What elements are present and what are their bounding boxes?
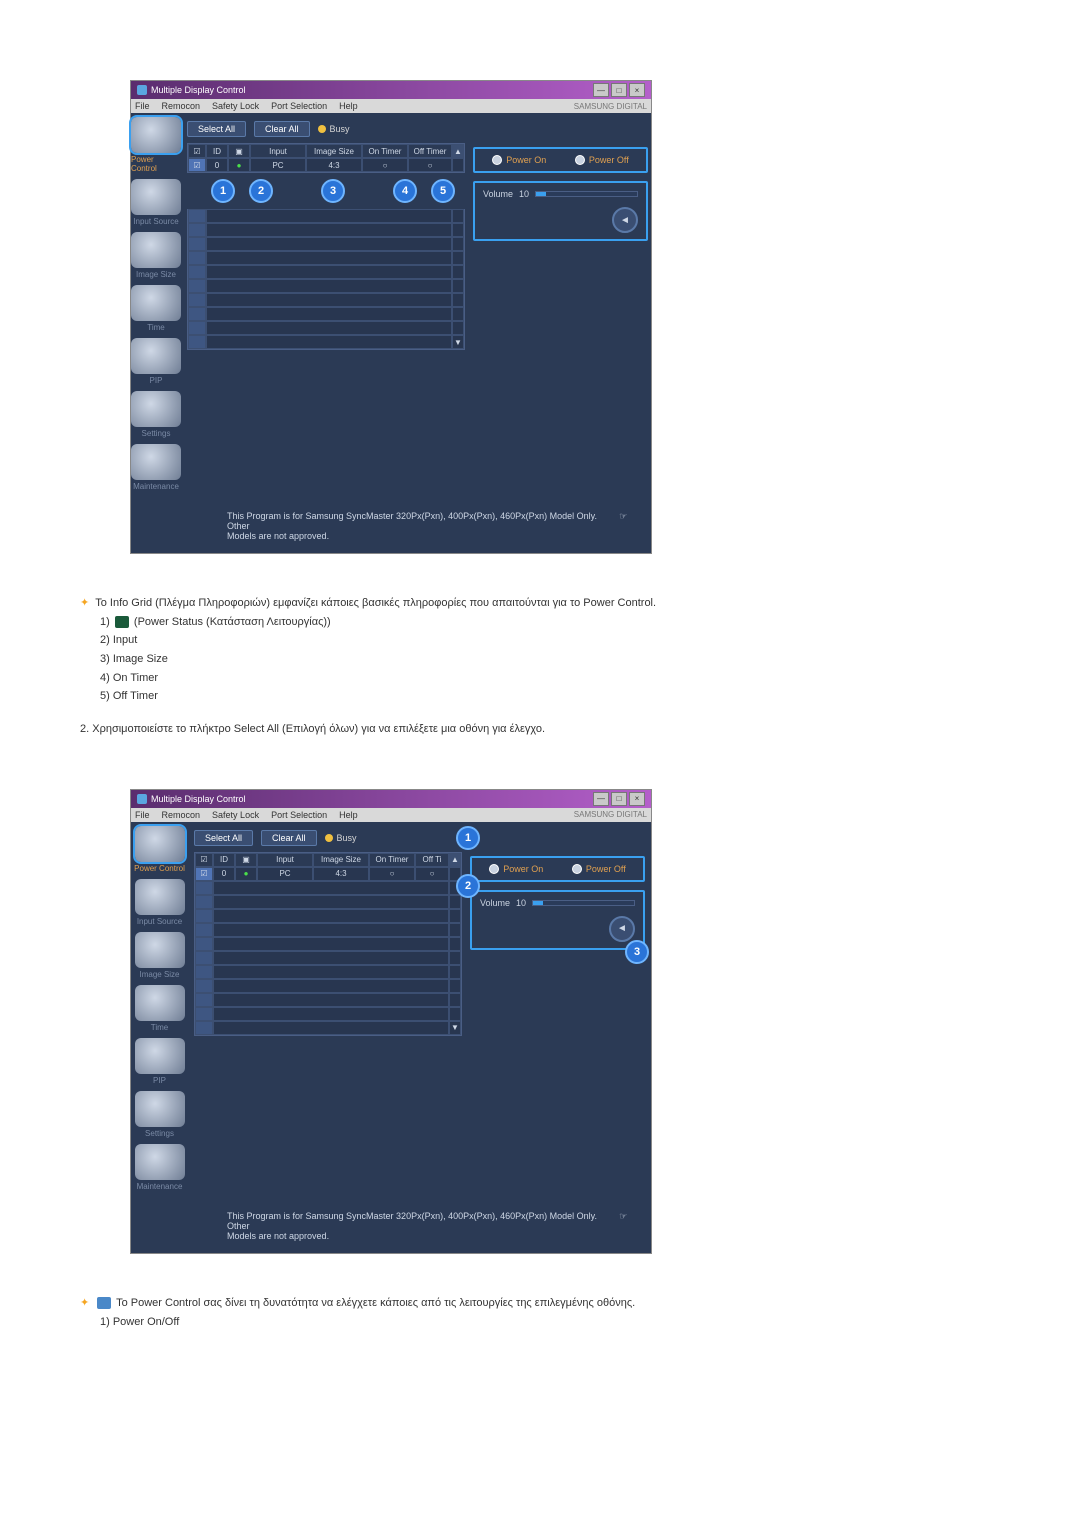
callout-3: 3: [625, 940, 649, 964]
title-bar: Multiple Display Control — □ ×: [131, 81, 651, 99]
hand-icon: ☞: [619, 511, 637, 529]
menu-safety-lock[interactable]: Safety Lock: [212, 101, 259, 111]
menu-safety-lock[interactable]: Safety Lock: [212, 810, 259, 820]
screenshot-2: Multiple Display Control — □ × File Remo…: [130, 789, 1020, 1254]
hand-icon: ☞: [619, 1211, 637, 1229]
sidebar: Power Control Input Source Image Size Ti…: [131, 113, 181, 501]
col-id: ID: [206, 144, 228, 158]
bullet-star-icon: ✦: [80, 597, 89, 609]
table-row[interactable]: ☑ 0 ● PC 4:3 ○ ○: [188, 158, 464, 172]
sidebar-item-input-source[interactable]: Input Source: [131, 179, 181, 226]
sidebar-item-image-size[interactable]: Image Size: [131, 232, 181, 279]
col-status: ▣: [228, 144, 250, 158]
brand-label: SAMSUNG DIGITAL: [574, 810, 647, 819]
callout-1: 1: [211, 179, 235, 203]
callout-1: 1: [456, 826, 480, 850]
sidebar-item-settings[interactable]: Settings: [131, 1091, 188, 1138]
power-off-radio[interactable]: Power Off: [575, 155, 629, 165]
sidebar-item-settings[interactable]: Settings: [131, 391, 181, 438]
menu-bar: File Remocon Safety Lock Port Selection …: [131, 808, 651, 822]
scroll-down[interactable]: ▼: [452, 335, 464, 349]
sidebar: Power Control Input Source Image Size Ti…: [131, 822, 188, 1201]
brand-label: SAMSUNG DIGITAL: [574, 102, 647, 111]
clear-all-button[interactable]: Clear All: [254, 121, 310, 137]
power-panel: Power On Power Off: [470, 856, 645, 882]
close-button[interactable]: ×: [629, 83, 645, 97]
sidebar-item-power-control[interactable]: Power Control: [131, 826, 188, 873]
sidebar-item-time[interactable]: Time: [131, 985, 188, 1032]
callout-row: 1 2 3 4 5: [187, 173, 465, 209]
callout-5: 5: [431, 179, 455, 203]
busy-indicator: Busy: [318, 124, 350, 134]
power-on-radio[interactable]: Power On: [489, 864, 543, 874]
sidebar-item-image-size[interactable]: Image Size: [131, 932, 188, 979]
menu-help[interactable]: Help: [339, 810, 358, 820]
menu-file[interactable]: File: [135, 101, 150, 111]
screenshot-1: Multiple Display Control — □ × File Remo…: [130, 80, 1020, 554]
power-off-radio[interactable]: Power Off: [572, 864, 626, 874]
power-status-icon: [115, 616, 129, 628]
volume-panel: Volume 10 ◄: [473, 181, 648, 241]
col-off-timer: Off Timer: [408, 144, 452, 158]
maximize-button[interactable]: □: [611, 83, 627, 97]
menu-remocon[interactable]: Remocon: [162, 101, 201, 111]
menu-file[interactable]: File: [135, 810, 150, 820]
power-on-radio[interactable]: Power On: [492, 155, 546, 165]
app-title: Multiple Display Control: [151, 85, 246, 95]
menu-bar: File Remocon Safety Lock Port Selection …: [131, 99, 651, 113]
app-icon: [137, 85, 147, 95]
sidebar-item-input-source[interactable]: Input Source: [131, 879, 188, 926]
col-image-size: Image Size: [306, 144, 362, 158]
bullet-star-icon: ✦: [80, 1297, 89, 1309]
callout-2: 2: [249, 179, 273, 203]
doc-block-2: ✦ Το Power Control σας δίνει τη δυνατότη…: [80, 1294, 1020, 1331]
callout-3: 3: [321, 179, 345, 203]
menu-port-selection[interactable]: Port Selection: [271, 810, 327, 820]
col-input: Input: [250, 144, 306, 158]
maximize-button[interactable]: □: [611, 792, 627, 806]
doc-block-1: ✦Το Info Grid (Πλέγμα Πληροφοριών) εμφαν…: [80, 594, 1020, 739]
volume-value: 10: [519, 189, 529, 199]
volume-slider[interactable]: [532, 900, 635, 906]
callout-2: 2: [456, 874, 480, 898]
app-title: Multiple Display Control: [151, 794, 246, 804]
col-on-timer: On Timer: [362, 144, 408, 158]
app-icon: [137, 794, 147, 804]
info-grid: ☑ ID ▣ Input Image Size On Timer Off Ti …: [194, 852, 462, 1036]
power-control-icon: [97, 1297, 111, 1309]
col-check: ☑: [188, 144, 206, 158]
menu-port-selection[interactable]: Port Selection: [271, 101, 327, 111]
info-grid: ☑ ID ▣ Input Image Size On Timer Off Tim…: [187, 143, 465, 173]
sidebar-item-pip[interactable]: PIP: [131, 338, 181, 385]
minimize-button[interactable]: —: [593, 83, 609, 97]
select-all-button[interactable]: Select All: [194, 830, 253, 846]
sidebar-item-maintenance[interactable]: Maintenance: [131, 1144, 188, 1191]
volume-panel: Volume 10 ◄: [470, 890, 645, 950]
footer-msg: This Program is for Samsung SyncMaster 3…: [221, 1207, 643, 1245]
close-button[interactable]: ×: [629, 792, 645, 806]
table-row[interactable]: ☑ 0 ● PC 4:3 ○ ○: [195, 867, 461, 881]
clear-all-button[interactable]: Clear All: [261, 830, 317, 846]
sidebar-item-maintenance[interactable]: Maintenance: [131, 444, 181, 491]
callout-4: 4: [393, 179, 417, 203]
select-all-button[interactable]: Select All: [187, 121, 246, 137]
power-panel: Power On Power Off: [473, 147, 648, 173]
menu-remocon[interactable]: Remocon: [162, 810, 201, 820]
minimize-button[interactable]: —: [593, 792, 609, 806]
speaker-icon[interactable]: ◄: [609, 916, 635, 942]
scroll-up[interactable]: ▲: [452, 144, 464, 158]
sidebar-item-power-control[interactable]: Power Control: [131, 117, 181, 173]
footer-msg: This Program is for Samsung SyncMaster 3…: [221, 507, 643, 545]
speaker-icon[interactable]: ◄: [612, 207, 638, 233]
sidebar-item-time[interactable]: Time: [131, 285, 181, 332]
menu-help[interactable]: Help: [339, 101, 358, 111]
volume-slider[interactable]: [535, 191, 638, 197]
busy-indicator: Busy: [325, 833, 357, 843]
title-bar: Multiple Display Control — □ ×: [131, 790, 651, 808]
sidebar-item-pip[interactable]: PIP: [131, 1038, 188, 1085]
volume-label: Volume: [483, 189, 513, 199]
